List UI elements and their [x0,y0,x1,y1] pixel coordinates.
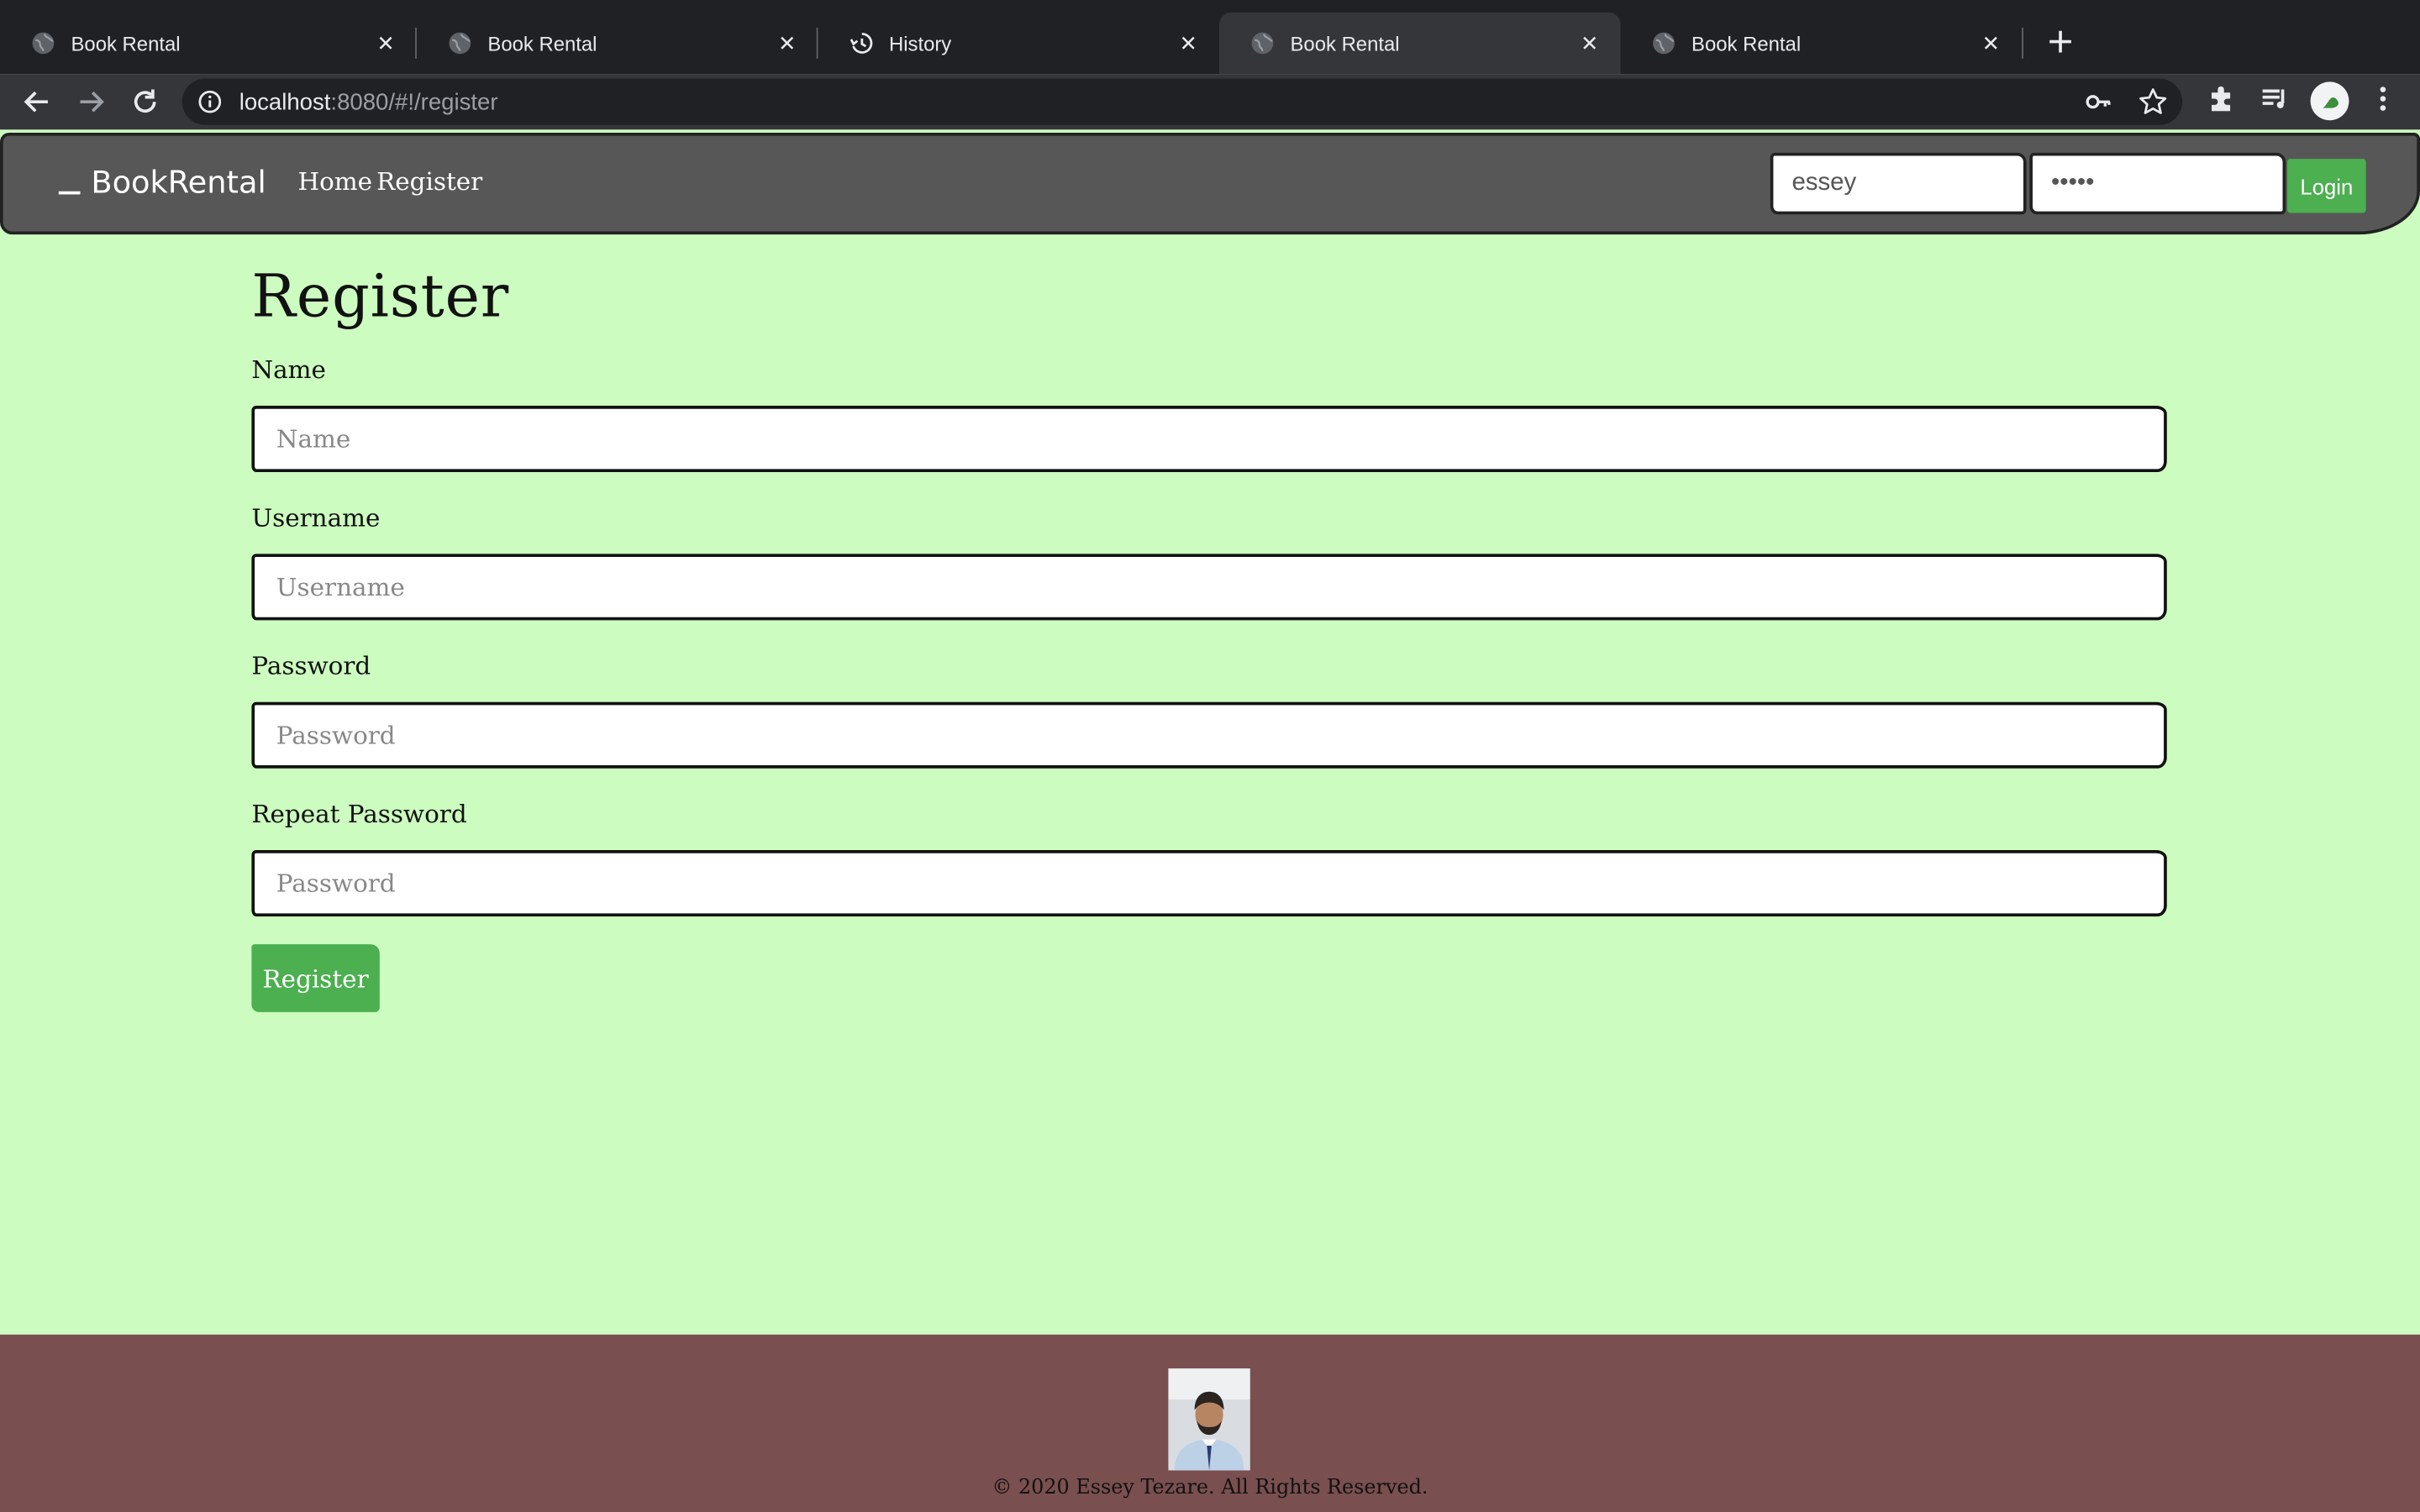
back-button[interactable] [15,81,58,123]
copyright-text: © 2020 Essey Tezare. All Rights Reserved… [992,1476,1428,1500]
tab-title: Book Rental [487,31,597,55]
plus-icon [2049,30,2071,53]
page-title: Register [251,262,510,331]
login-password-input[interactable] [2029,152,2286,215]
url-text: localhost:8080/#!/register [239,90,498,116]
media-queue-icon[interactable] [2260,83,2291,114]
repeat-password-input[interactable] [251,850,2167,917]
reload-button[interactable] [124,81,166,123]
globe-icon [448,31,472,55]
reload-icon [134,89,156,113]
footer: © 2020 Essey Tezare. All Rights Reserved… [0,1334,2420,1512]
person-photo-icon [1168,1368,1250,1471]
password-label: Password [251,651,371,680]
globe-icon [31,31,55,55]
tab-title: Book Rental [1691,31,1802,55]
arrow-left-icon [24,91,48,113]
browser-tab-strip: Book Rental ✕ Book Rental ✕ History ✕ Bo… [0,0,2420,75]
name-input[interactable] [251,406,2167,473]
username-label: Username [251,502,381,533]
password-input[interactable] [251,701,2167,769]
site-navbar: BookRental Home Register Login [0,132,2420,235]
nav-link-register[interactable]: Register [376,166,482,196]
kebab-menu-icon[interactable] [2369,83,2396,114]
close-tab-icon[interactable]: ✕ [1577,30,1602,55]
close-tab-icon[interactable]: ✕ [1979,30,2003,55]
repeat-password-label: Repeat Password [251,799,467,829]
tab-separator [2022,28,2023,59]
star-icon[interactable] [2138,87,2169,118]
browser-tab[interactable]: Book Rental ✕ [0,13,417,74]
profile-avatar[interactable] [2310,81,2349,121]
forward-button[interactable] [70,81,113,123]
puzzle-icon[interactable] [2206,83,2237,114]
nav-link-home[interactable]: Home [297,166,372,196]
browser-toolbar: localhost:8080/#!/register [0,74,2420,130]
username-input[interactable] [251,554,2167,621]
key-icon[interactable] [2085,88,2112,116]
info-icon[interactable] [197,90,222,114]
url-host: localhost [239,89,331,116]
address-bar[interactable]: localhost:8080/#!/register [182,78,2183,125]
brand-link[interactable]: BookRental [58,163,266,201]
browser-tab[interactable]: Book Rental ✕ [1621,13,2023,74]
browser-tab[interactable]: Book Rental ✕ [417,13,818,74]
register-button[interactable]: Register [251,944,380,1012]
url-path: :8080/#!/register [330,89,498,116]
new-tab-button[interactable] [2040,22,2081,62]
login-username-input[interactable] [1770,152,2027,215]
brand-name: BookRental [91,163,266,201]
tab-title: Book Rental [1290,31,1400,55]
arrow-right-icon [80,91,104,113]
close-tab-icon[interactable]: ✕ [775,30,799,55]
brand-logo-icon [58,191,81,195]
tab-title: Book Rental [71,31,181,55]
tab-title: History [888,31,952,55]
login-button[interactable]: Login [2287,159,2366,213]
browser-tab-active[interactable]: Book Rental ✕ [1219,12,1621,75]
history-icon [849,31,873,55]
close-tab-icon[interactable]: ✕ [373,30,397,55]
name-label: Name [251,354,326,385]
globe-icon [1651,31,1676,55]
browser-tab[interactable]: History ✕ [818,13,1219,74]
profile-icon [2322,97,2338,108]
close-tab-icon[interactable]: ✕ [1176,30,1201,55]
globe-icon [1250,31,1275,55]
author-photo [1168,1368,1250,1471]
